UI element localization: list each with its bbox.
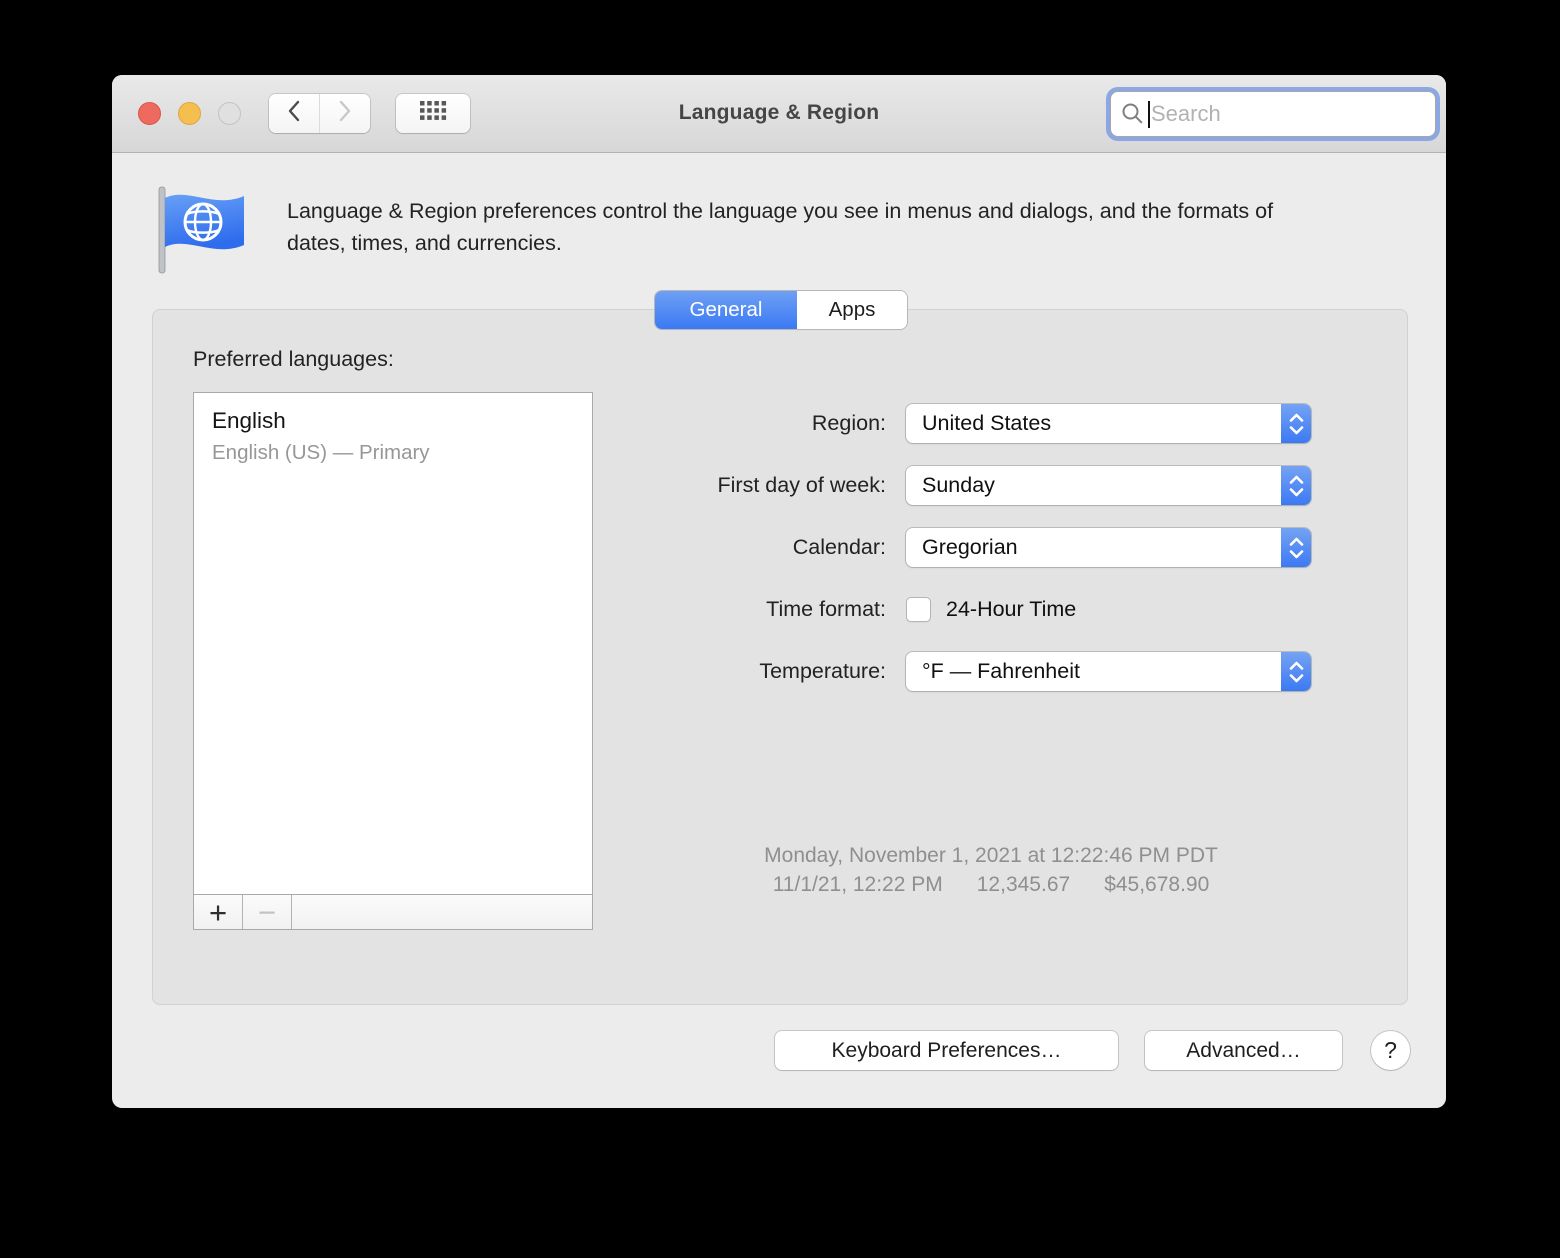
language-detail: English (US) — Primary — [212, 441, 430, 464]
search-icon — [1121, 102, 1145, 126]
back-icon — [285, 99, 303, 128]
temperature-value: °F — Fahrenheit — [922, 659, 1080, 683]
text-cursor — [1148, 100, 1150, 128]
add-language-button[interactable]: + — [194, 895, 243, 929]
region-select[interactable]: United States — [906, 404, 1311, 443]
preview-currency: $45,678.90 — [1104, 873, 1210, 896]
first-day-label: First day of week: — [717, 473, 886, 497]
stepper-chevrons-icon — [1281, 404, 1311, 443]
tab-bar: General Apps — [655, 291, 907, 329]
title-bar: Language & Region Search — [112, 75, 1446, 153]
forward-button[interactable] — [320, 94, 370, 133]
keyboard-preferences-button[interactable]: Keyboard Preferences… — [775, 1031, 1118, 1070]
search-placeholder: Search — [1151, 101, 1221, 126]
preferred-languages-label: Preferred languages: — [193, 347, 394, 371]
preview-number: 12,345.67 — [976, 873, 1071, 896]
grid-icon — [419, 101, 447, 126]
back-button[interactable] — [269, 94, 320, 133]
24-hour-time-checkbox[interactable] — [906, 597, 931, 622]
stepper-chevrons-icon — [1281, 466, 1311, 505]
temperature-select[interactable]: °F — Fahrenheit — [906, 652, 1311, 691]
help-button[interactable]: ? — [1371, 1031, 1410, 1070]
time-format-label: Time format: — [766, 597, 886, 621]
first-day-value: Sunday — [922, 473, 995, 497]
language-region-window: Language & Region Search Language & Regi… — [112, 75, 1446, 1108]
preview-short-date: 11/1/21, 12:22 PM — [772, 873, 943, 896]
region-label: Region: — [811, 411, 886, 435]
remove-language-button: − — [243, 895, 292, 929]
general-panel: Preferred languages: English English (US… — [152, 309, 1408, 1005]
preferences-description: Language & Region preferences control th… — [287, 199, 1274, 255]
preferred-languages-list: English English (US) — Primary + − — [193, 392, 593, 930]
stepper-chevrons-icon — [1281, 528, 1311, 567]
calendar-value: Gregorian — [922, 535, 1018, 559]
tab-general[interactable]: General — [655, 291, 797, 329]
forward-icon — [336, 99, 354, 128]
calendar-select[interactable]: Gregorian — [906, 528, 1311, 567]
24-hour-time-label: 24-Hour Time — [946, 597, 1077, 621]
list-item[interactable]: English English (US) — Primary — [194, 393, 592, 465]
calendar-label: Calendar: — [792, 535, 886, 559]
search-input[interactable]: Search — [1110, 91, 1436, 137]
stepper-chevrons-icon — [1281, 652, 1311, 691]
region-value: United States — [922, 411, 1052, 435]
language-name: English — [212, 408, 286, 433]
format-preview: Monday, November 1, 2021 at 12:22:46 PM … — [591, 841, 1391, 899]
list-toolbar: + − — [194, 894, 592, 929]
advanced-button[interactable]: Advanced… — [1145, 1031, 1342, 1070]
preview-full-date: Monday, November 1, 2021 at 12:22:46 PM … — [764, 844, 1218, 867]
show-all-preferences-button[interactable] — [396, 94, 470, 133]
first-day-select[interactable]: Sunday — [906, 466, 1311, 505]
language-region-flag-icon — [156, 185, 248, 275]
tab-apps[interactable]: Apps — [797, 291, 907, 329]
temperature-label: Temperature: — [759, 659, 886, 683]
navigation-buttons — [269, 94, 370, 133]
